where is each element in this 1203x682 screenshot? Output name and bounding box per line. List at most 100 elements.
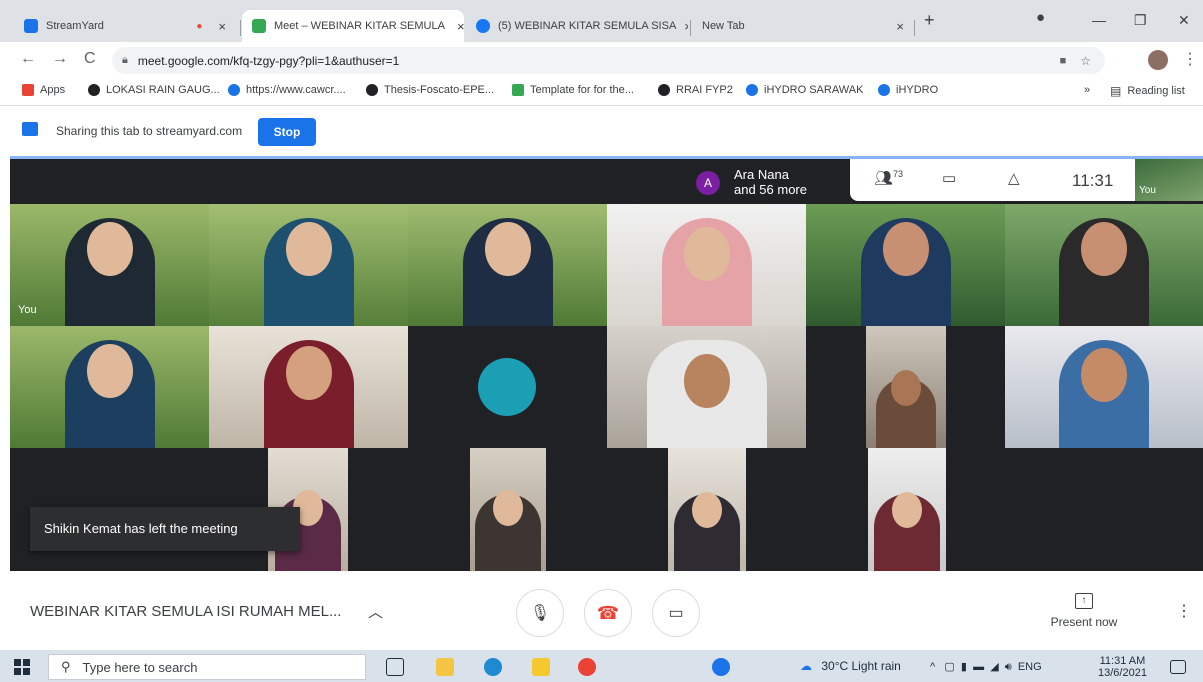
tray-battery-icon[interactable]: ▮: [961, 661, 967, 673]
chevron-up-icon[interactable]: ︿: [368, 601, 383, 622]
participant-left-toast: Shikin Kemat has left the meeting: [30, 507, 300, 551]
bookmark-thesis[interactable]: Thesis-Foscato-EPE...: [366, 84, 494, 96]
video-tile[interactable]: [209, 326, 408, 448]
participant-face: [484, 222, 531, 276]
clock-date: 13/6/2021: [1098, 667, 1147, 679]
input-language[interactable]: ENG: [1018, 661, 1042, 673]
address-bar[interactable]: 🔒︎ meet.google.com/kfq-tzgy-pgy?pli=1&au…: [112, 47, 1105, 74]
profile-dot-icon[interactable]: ●: [1036, 9, 1045, 26]
camera-in-use-icon[interactable]: ■: [1060, 55, 1067, 67]
ihydro-icon: [746, 84, 758, 96]
present-now-label: Present now: [1050, 615, 1118, 629]
reading-list-icon: ▤: [1110, 84, 1122, 98]
close-tab-icon[interactable]: ×: [676, 19, 688, 34]
globe-icon: [88, 84, 100, 96]
video-tile-self[interactable]: You: [10, 204, 209, 326]
help-icon[interactable]: [712, 658, 730, 676]
tab-streamyard[interactable]: StreamYard ● ×: [14, 10, 236, 42]
lock-icon: 🔒︎: [122, 54, 128, 66]
bookmark-star-icon[interactable]: ☆: [1080, 54, 1091, 68]
reading-list-button[interactable]: ▤ Reading list: [1110, 84, 1185, 98]
chrome-icon[interactable]: [578, 658, 596, 676]
tab-meet[interactable]: Meet – WEBINAR KITAR SEMULA ×: [242, 10, 464, 42]
participant-face: [285, 346, 332, 400]
video-tile[interactable]: [806, 204, 1005, 326]
edge-icon[interactable]: [484, 658, 502, 676]
tile-self-label: You: [18, 304, 37, 316]
sharing-status-text: Sharing this tab to streamyard.com: [56, 124, 243, 138]
back-icon[interactable]: ←: [20, 50, 36, 68]
video-tile[interactable]: [607, 204, 806, 326]
restore-button[interactable]: ❐: [1134, 12, 1147, 29]
taskbar-search-box[interactable]: ⚲ Type here to search: [48, 654, 366, 680]
reload-icon[interactable]: C: [84, 50, 96, 68]
video-tile[interactable]: [408, 204, 607, 326]
taskbar-clock[interactable]: 11:31 AM 13/6/2021: [1098, 655, 1147, 679]
video-tile[interactable]: [209, 204, 408, 326]
minimize-button[interactable]: —: [1092, 12, 1106, 28]
sticky-notes-icon[interactable]: [532, 658, 550, 676]
bookmark-ihydro-sarawak[interactable]: iHYDRO SARAWAK: [746, 84, 863, 96]
video-tile[interactable]: [1005, 326, 1203, 448]
tray-chevron-icon[interactable]: ^: [930, 661, 935, 673]
volume-icon[interactable]: 🔊︎: [1005, 661, 1012, 673]
summary-line-1: Ara Nana: [734, 167, 789, 182]
reading-list-label: Reading list: [1127, 85, 1185, 97]
browser-tab-strip: StreamYard ● × Meet – WEBINAR KITAR SEMU…: [0, 0, 1203, 42]
browser-menu-icon[interactable]: ⋮: [1182, 49, 1198, 69]
people-icon[interactable]: 👥︎73: [874, 169, 903, 187]
present-now-button[interactable]: ↑ Present now: [1046, 593, 1122, 629]
close-tab-icon[interactable]: ×: [888, 19, 904, 34]
bookmark-ihydro[interactable]: iHYDRO: [878, 84, 938, 96]
new-tab-button[interactable]: +: [924, 10, 935, 31]
participants-summary: A Ara Nana and 56 more: [696, 163, 846, 201]
self-view-thumbnail[interactable]: You: [1135, 159, 1203, 201]
chat-icon[interactable]: ▭: [942, 169, 956, 187]
microphone-button[interactable]: 🎙︎: [516, 589, 564, 637]
participant-face: [1081, 348, 1127, 402]
bookmark-lokasi[interactable]: LOKASI RAIN GAUG...: [88, 84, 220, 96]
video-tile[interactable]: [470, 448, 546, 574]
activities-icon[interactable]: △: [1008, 169, 1020, 187]
weather-widget[interactable]: ☁︎ 30°C Light rain: [800, 659, 901, 673]
tray-app-icon[interactable]: ▢: [944, 661, 954, 673]
meeting-title[interactable]: WEBINAR KITAR SEMULA ISI RUMAH MEL...: [30, 603, 341, 620]
bookmark-apps[interactable]: Apps: [22, 84, 65, 96]
video-tile[interactable]: [668, 448, 746, 574]
tab-facebook[interactable]: (5) WEBINAR KITAR SEMULA SISA ×: [466, 10, 688, 42]
tray-network-icon[interactable]: ▬: [973, 661, 984, 673]
camera-button[interactable]: ▭: [652, 589, 700, 637]
file-explorer-icon[interactable]: [436, 658, 454, 676]
video-tile[interactable]: [10, 326, 209, 448]
bookmarks-overflow-button[interactable]: »: [1084, 84, 1090, 96]
bookmark-rrai[interactable]: RRAI FYP2: [658, 84, 733, 96]
bookmark-cawcr[interactable]: https://www.cawcr....: [228, 84, 346, 96]
facebook-icon: [476, 19, 490, 33]
end-call-button[interactable]: ☎︎: [584, 589, 632, 637]
stop-sharing-button[interactable]: Stop: [258, 118, 316, 146]
tab-divider: [690, 20, 691, 36]
bookmark-label: RRAI FYP2: [676, 84, 733, 96]
meet-controls-bar: WEBINAR KITAR SEMULA ISI RUMAH MEL... ︿ …: [0, 571, 1203, 650]
forward-icon[interactable]: →: [52, 50, 68, 68]
notifications-icon[interactable]: [1170, 660, 1186, 674]
tab-new-tab[interactable]: New Tab ×: [692, 10, 914, 42]
close-window-button[interactable]: ✕: [1178, 12, 1190, 29]
windows-start-button[interactable]: [14, 659, 30, 675]
bookmark-template[interactable]: Template for for the...: [512, 84, 634, 96]
video-tile[interactable]: [866, 326, 946, 448]
participant-face: [285, 222, 332, 276]
participant-face: [892, 492, 922, 528]
video-tile-camera-off[interactable]: [408, 326, 607, 448]
more-options-icon[interactable]: ⋮: [1176, 601, 1192, 621]
close-tab-icon[interactable]: ×: [210, 19, 226, 34]
tray-wifi-icon[interactable]: ◢: [990, 661, 998, 673]
video-tile[interactable]: [868, 448, 946, 574]
video-tile[interactable]: [1005, 204, 1203, 326]
video-tile[interactable]: [607, 326, 806, 448]
task-view-icon[interactable]: [386, 658, 404, 676]
profile-avatar[interactable]: [1148, 50, 1168, 70]
close-tab-icon[interactable]: ×: [449, 19, 464, 34]
bookmark-label: LOKASI RAIN GAUG...: [106, 84, 220, 96]
system-tray: ^ ▢ ▮ ▬ ◢ 🔊︎ ENG: [930, 660, 1042, 674]
